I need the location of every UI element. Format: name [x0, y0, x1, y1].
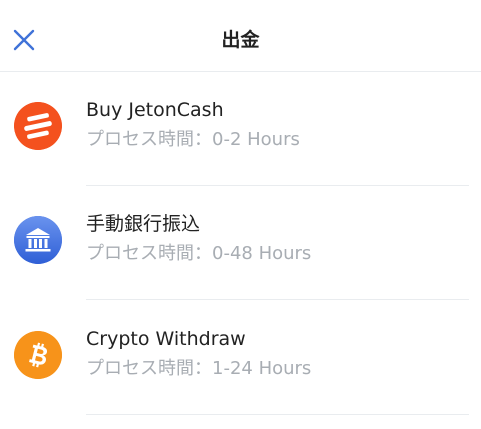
- header-bar: 出金: [0, 0, 481, 72]
- method-row-crypto-withdraw[interactable]: Crypto Withdraw プロセス時間：1-24 Hours: [0, 301, 481, 415]
- page-title: 出金: [221, 29, 260, 51]
- row-divider: [86, 414, 469, 415]
- bitcoin-svg: [14, 331, 62, 379]
- method-row-bank-transfer[interactable]: 手動銀行振込 プロセス時間：0-48 Hours: [0, 186, 481, 300]
- method-name: Buy JetonCash: [86, 99, 224, 121]
- bank-svg: [14, 216, 62, 264]
- bitcoin-icon: [14, 331, 62, 379]
- method-name: 手動銀行振込: [86, 213, 201, 235]
- method-row-jetoncash[interactable]: Buy JetonCash プロセス時間：0-2 Hours: [0, 72, 481, 186]
- jetoncash-logo-svg: [14, 102, 62, 150]
- withdraw-screen: 出金 Buy JetonCash プロセス時間：0-2 Hours 手動銀行振込…: [0, 0, 481, 429]
- bank-icon: [14, 216, 62, 264]
- method-process-time: プロセス時間：0-48 Hours: [86, 243, 312, 264]
- method-process-time: プロセス時間：0-2 Hours: [86, 129, 300, 150]
- method-name: Crypto Withdraw: [86, 328, 246, 350]
- method-process-time: プロセス時間：1-24 Hours: [86, 358, 312, 379]
- jetoncash-logo-icon: [14, 102, 62, 150]
- row-divider: [86, 299, 469, 300]
